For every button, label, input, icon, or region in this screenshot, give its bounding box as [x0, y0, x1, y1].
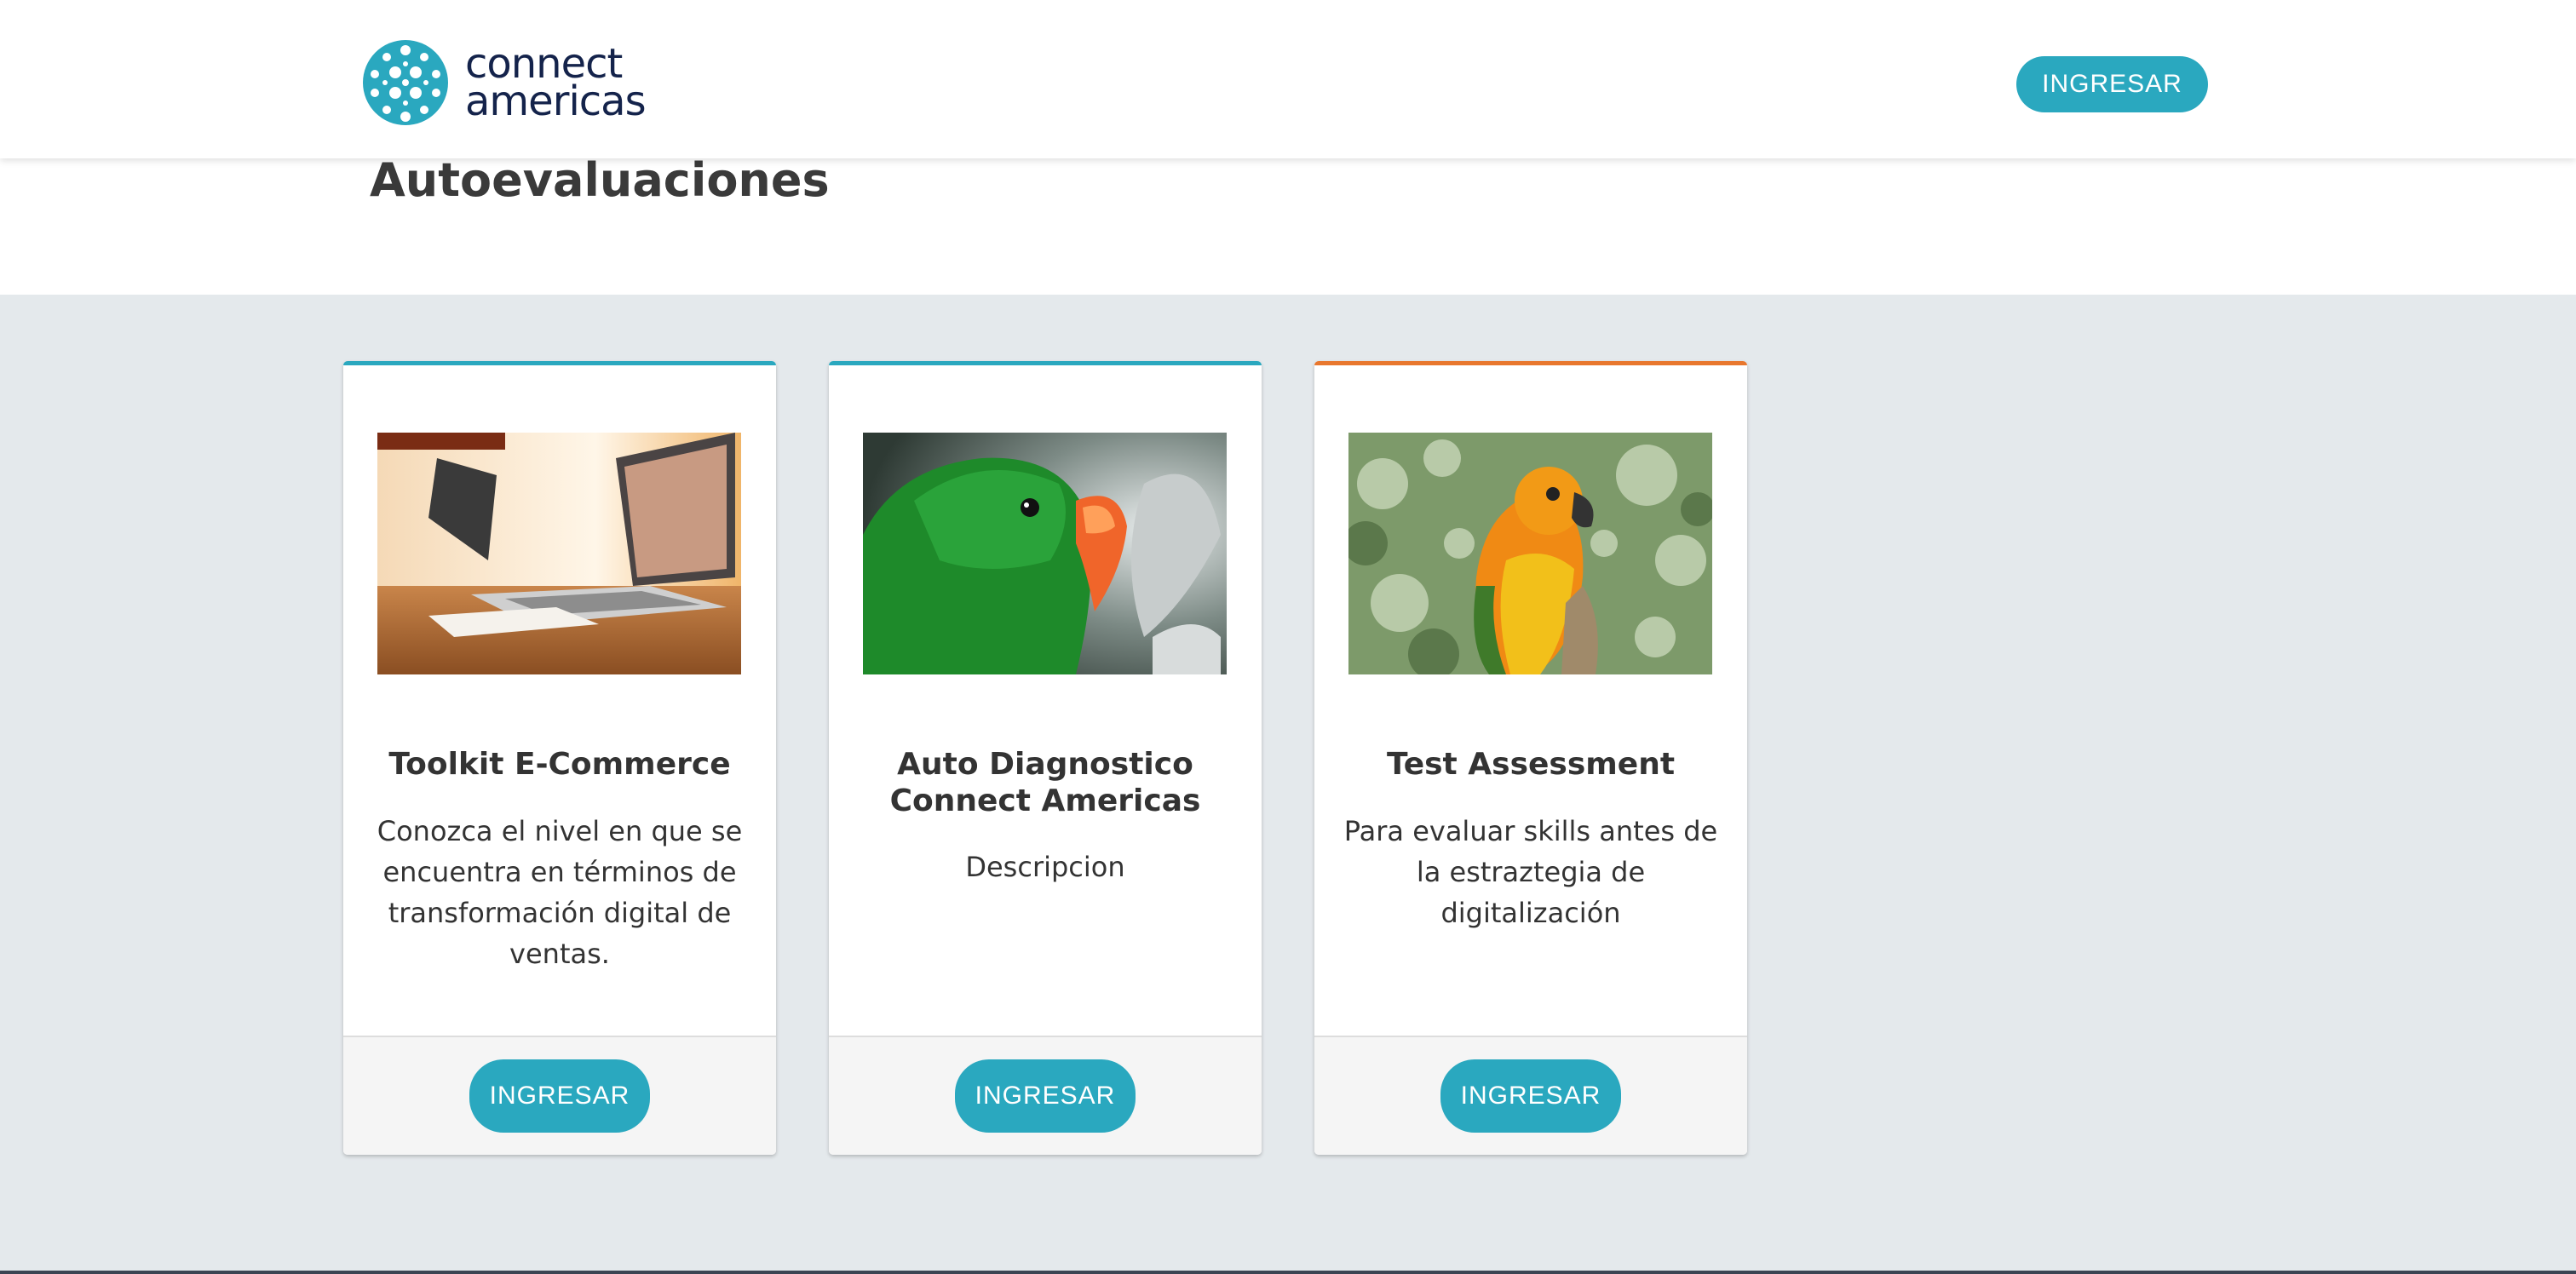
connect-americas-globe-icon [363, 40, 448, 125]
card-accent-bar [343, 361, 776, 365]
page-title: Autoevaluaciones [370, 153, 830, 207]
assessment-card: Test Assessment Para evaluar skills ante… [1314, 361, 1747, 1155]
card-title: Test Assessment [1386, 747, 1676, 782]
enter-toolkit-ecommerce-button[interactable]: INGRESAR [469, 1059, 650, 1133]
assessment-card: Auto Diagnostico Connect Americas Descri… [829, 361, 1262, 1155]
enter-auto-diagnostico-button[interactable]: INGRESAR [955, 1059, 1136, 1133]
card-footer: INGRESAR [343, 1036, 776, 1155]
orange-parakeet-photo [1348, 433, 1712, 674]
logo-line-2: americas [465, 77, 647, 125]
top-header: connect americas INGRESAR [0, 0, 2576, 158]
card-description: Para evaluar skills antes de la estrazte… [1343, 815, 1718, 929]
card-description: Conozca el nivel en que se encuentra en … [377, 815, 743, 970]
header-login-button[interactable]: INGRESAR [2016, 56, 2208, 112]
laptop-desk-photo [377, 433, 741, 674]
connect-americas-logo[interactable]: connect americas [361, 37, 647, 128]
green-parrot-photo [863, 433, 1227, 674]
card-footer: INGRESAR [1314, 1036, 1747, 1155]
card-accent-bar [829, 361, 1262, 365]
card-footer: INGRESAR [829, 1036, 1262, 1155]
logo-wordmark: connect americas [465, 43, 647, 125]
footer-divider [0, 1271, 2576, 1274]
enter-test-assessment-button[interactable]: INGRESAR [1440, 1059, 1621, 1133]
card-accent-bar [1314, 361, 1747, 365]
card-title: Toolkit E-Commerce [388, 747, 731, 782]
card-description: Descripcion [965, 851, 1125, 883]
card-title: Auto Diagnostico Connect Americas [889, 747, 1201, 818]
assessment-card: Toolkit E-Commerce Conozca el nivel en q… [343, 361, 776, 1155]
